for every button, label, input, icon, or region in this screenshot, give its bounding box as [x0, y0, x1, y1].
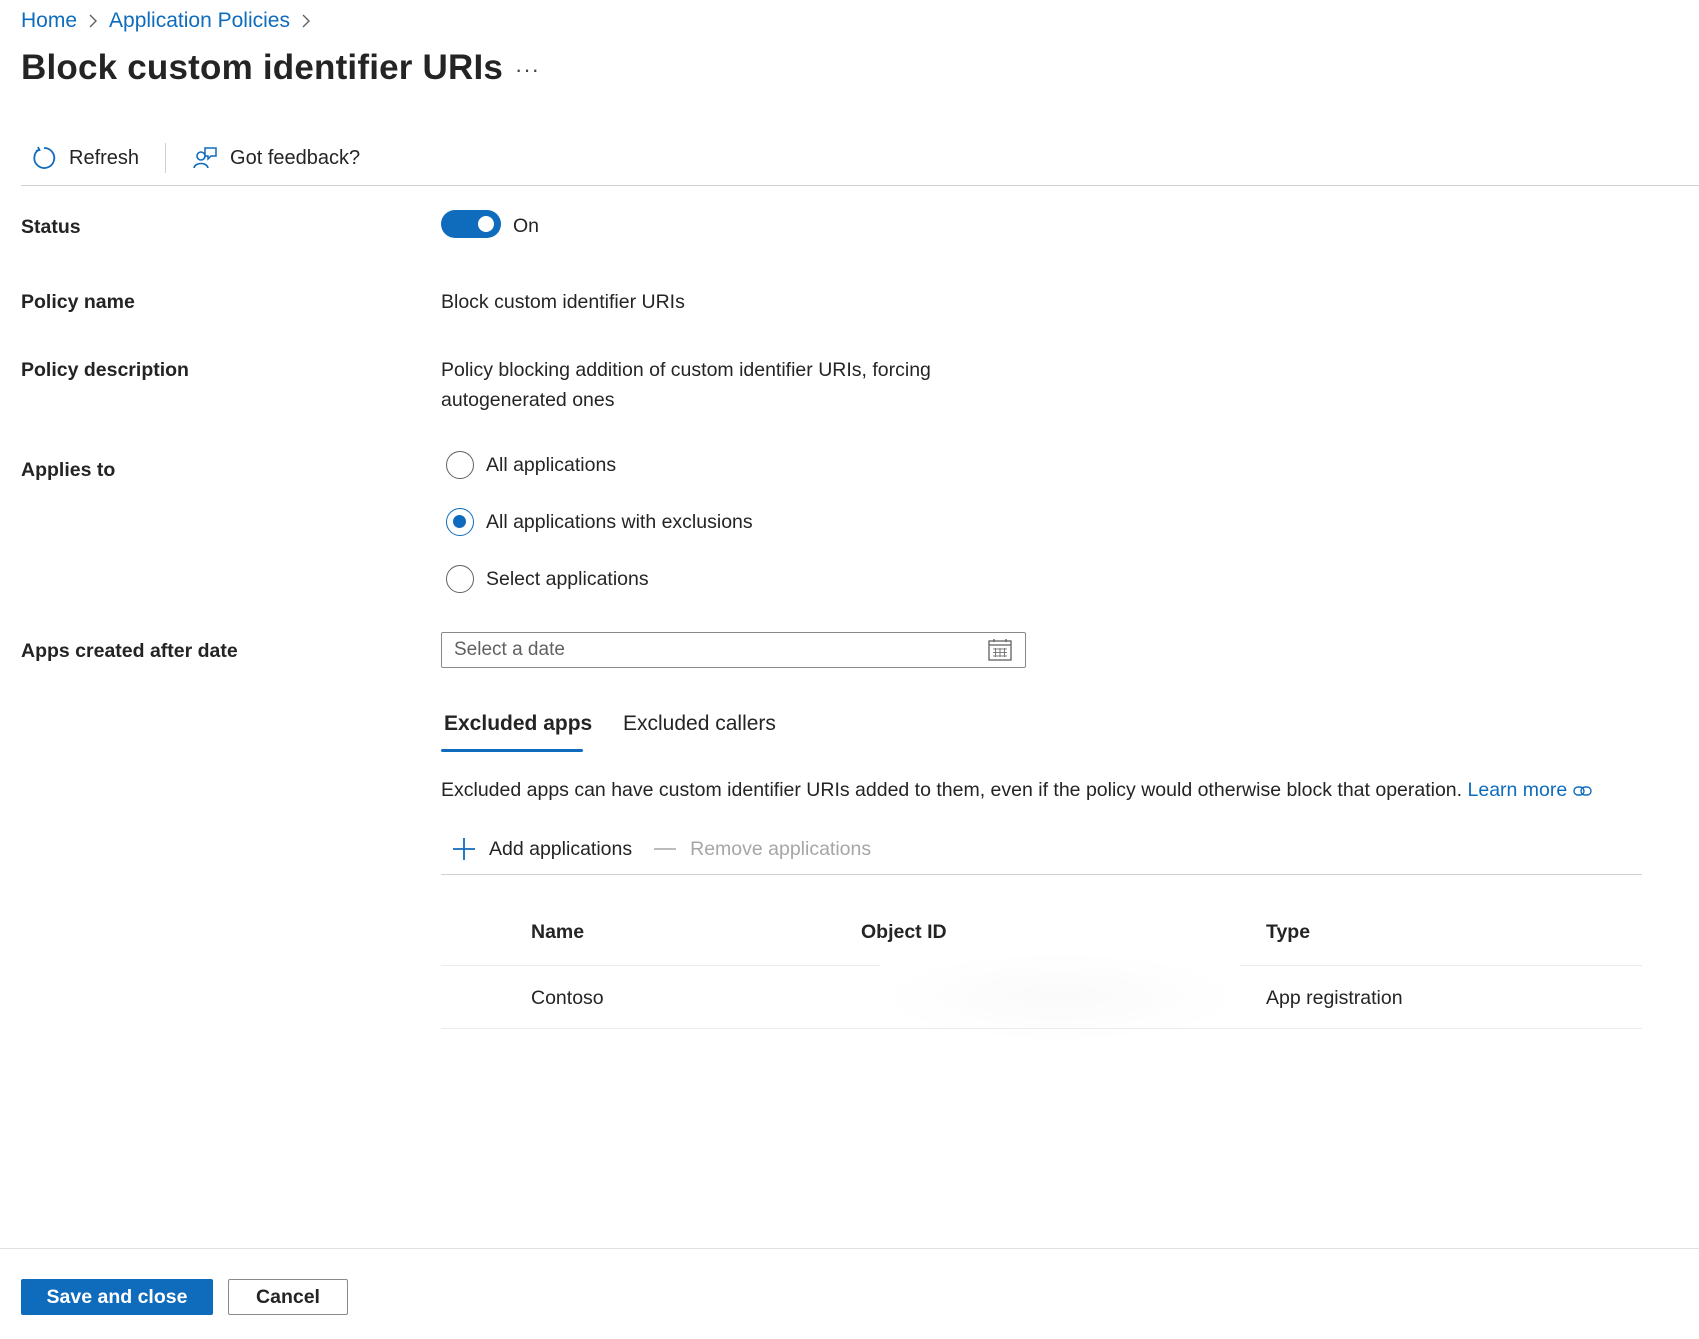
radio-circle[interactable] — [446, 451, 474, 479]
apps-created-after-date-label: Apps created after date — [21, 640, 238, 662]
radio-label: All applications — [486, 453, 617, 476]
refresh-button[interactable]: Refresh — [21, 138, 149, 178]
page-title: Block custom identifier URIs — [21, 48, 504, 87]
policy-name-label: Policy name — [21, 291, 135, 313]
date-input[interactable] — [454, 639, 987, 661]
radio-label: Select applications — [486, 567, 649, 590]
policy-description-line2: autogenerated ones — [441, 389, 615, 411]
add-applications-button[interactable]: Add applications — [441, 836, 642, 862]
add-applications-label: Add applications — [489, 837, 633, 860]
date-picker[interactable] — [441, 632, 1026, 668]
toolbar-divider — [165, 143, 167, 173]
excluded-apps-description: Excluded apps can have custom identifier… — [441, 779, 1593, 802]
remove-applications-button[interactable]: Remove applications — [642, 836, 881, 862]
minus-icon — [652, 836, 678, 862]
more-options-button[interactable]: ··· — [515, 57, 540, 83]
active-tab-indicator — [441, 749, 583, 752]
feedback-person-icon — [192, 145, 218, 171]
chevron-right-icon — [301, 14, 311, 28]
radio-all-applications-with-exclusions[interactable]: All applications with exclusions — [446, 508, 753, 536]
excluded-apps-commands: Add applications Remove applications — [441, 832, 881, 866]
column-header-type[interactable]: Type — [1266, 921, 1310, 944]
tab-excluded-callers[interactable]: Excluded callers — [623, 712, 776, 736]
remove-applications-label: Remove applications — [690, 837, 872, 860]
breadcrumb: Home Application Policies — [21, 8, 322, 34]
commands-divider — [441, 874, 1642, 875]
policy-name-value: Block custom identifier URIs — [441, 291, 685, 313]
learn-more-label: Learn more — [1467, 779, 1568, 801]
column-header-object-id[interactable]: Object ID — [861, 921, 947, 944]
toolbar-divider-line — [21, 185, 1699, 186]
status-label: Status — [21, 216, 81, 238]
refresh-label: Refresh — [69, 146, 140, 169]
footer-divider — [0, 1248, 1699, 1249]
radio-label: All applications with exclusions — [486, 510, 753, 533]
status-toggle[interactable] — [441, 210, 501, 238]
breadcrumb-application-policies-link[interactable]: Application Policies — [109, 9, 290, 33]
radio-circle[interactable] — [446, 508, 474, 536]
cancel-button[interactable]: Cancel — [228, 1279, 348, 1315]
policy-description-line1: Policy blocking addition of custom ident… — [441, 359, 931, 381]
link-icon — [1572, 779, 1593, 801]
radio-circle[interactable] — [446, 565, 474, 593]
table-row-divider — [441, 1028, 1642, 1029]
toolbar: Refresh Got feedback? — [21, 138, 370, 178]
refresh-icon — [31, 145, 57, 171]
policy-description-label: Policy description — [21, 359, 189, 381]
status-value: On — [513, 215, 540, 237]
breadcrumb-home-link[interactable]: Home — [21, 9, 77, 33]
row-type-cell: App registration — [1266, 987, 1403, 1009]
radio-all-applications[interactable]: All applications — [446, 451, 616, 479]
applies-to-label: Applies to — [21, 459, 116, 481]
calendar-icon[interactable] — [987, 637, 1013, 663]
row-name-cell: Contoso — [531, 987, 604, 1009]
column-header-name[interactable]: Name — [531, 921, 584, 944]
tab-excluded-apps[interactable]: Excluded apps — [444, 712, 592, 736]
toggle-knob — [478, 216, 494, 232]
learn-more-link[interactable]: Learn more — [1468, 779, 1593, 801]
feedback-button[interactable]: Got feedback? — [182, 138, 370, 178]
radio-select-applications[interactable]: Select applications — [446, 565, 649, 593]
plus-icon — [451, 836, 477, 862]
excluded-apps-description-text: Excluded apps can have custom identifier… — [441, 779, 1463, 801]
chevron-right-icon — [88, 14, 98, 28]
save-and-close-button[interactable]: Save and close — [21, 1279, 213, 1315]
feedback-label: Got feedback? — [230, 146, 361, 169]
